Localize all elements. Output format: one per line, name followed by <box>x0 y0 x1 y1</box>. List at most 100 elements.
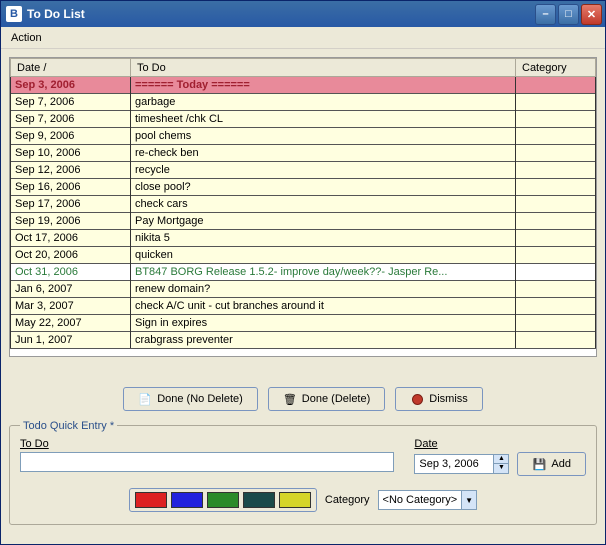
cell-category <box>516 247 596 264</box>
cell-date: Sep 10, 2006 <box>11 145 131 162</box>
cell-category <box>516 94 596 111</box>
date-label: Date <box>414 438 586 450</box>
table-row[interactable]: Sep 3, 2006====== Today ====== <box>11 77 596 94</box>
todo-label: To Do <box>20 438 394 450</box>
cell-date: Sep 12, 2006 <box>11 162 131 179</box>
content-area: Date / To Do Category Sep 3, 2006====== … <box>1 49 605 544</box>
sort-indicator-icon: / <box>43 62 46 74</box>
color-yellow-button[interactable] <box>279 492 311 508</box>
close-button[interactable]: ✕ <box>581 4 602 25</box>
table-row[interactable]: Sep 7, 2006timesheet /chk CL <box>11 111 596 128</box>
cell-category <box>516 264 596 281</box>
cell-date: May 22, 2007 <box>11 315 131 332</box>
cell-todo: pool chems <box>131 128 516 145</box>
cell-todo: recycle <box>131 162 516 179</box>
cell-category <box>516 230 596 247</box>
cell-todo: quicken <box>131 247 516 264</box>
cell-category <box>516 77 596 94</box>
cell-category <box>516 128 596 145</box>
todo-table: Date / To Do Category Sep 3, 2006====== … <box>10 58 596 349</box>
category-value: <No Category> <box>379 494 462 506</box>
titlebar[interactable]: B To Do List – □ ✕ <box>1 1 605 27</box>
cell-todo: Pay Mortgage <box>131 213 516 230</box>
minimize-button[interactable]: – <box>535 4 556 25</box>
cell-date: Sep 7, 2006 <box>11 94 131 111</box>
window: B To Do List – □ ✕ Action Date / To Do C… <box>0 0 606 545</box>
cell-category <box>516 196 596 213</box>
table-row[interactable]: Sep 7, 2006garbage <box>11 94 596 111</box>
cell-todo: close pool? <box>131 179 516 196</box>
date-spinner[interactable]: ▲ ▼ <box>414 454 509 474</box>
col-header-date[interactable]: Date / <box>11 59 131 77</box>
table-row[interactable]: Oct 17, 2006nikita 5 <box>11 230 596 247</box>
cell-todo: renew domain? <box>131 281 516 298</box>
table-row[interactable]: Sep 16, 2006close pool? <box>11 179 596 196</box>
table-row[interactable]: Jan 6, 2007renew domain? <box>11 281 596 298</box>
cell-todo: timesheet /chk CL <box>131 111 516 128</box>
cell-category <box>516 162 596 179</box>
trash-icon: 🗑 <box>283 392 297 406</box>
table-row[interactable]: Sep 19, 2006Pay Mortgage <box>11 213 596 230</box>
table-row[interactable]: Jun 1, 2007crabgrass preventer <box>11 332 596 349</box>
cell-todo: crabgrass preventer <box>131 332 516 349</box>
done-no-delete-button[interactable]: 📄 Done (No Delete) <box>123 387 258 411</box>
cell-category <box>516 332 596 349</box>
table-row[interactable]: Mar 3, 2007check A/C unit - cut branches… <box>11 298 596 315</box>
spinner-up-icon[interactable]: ▲ <box>493 455 508 464</box>
cell-date: Sep 16, 2006 <box>11 179 131 196</box>
spinner-down-icon[interactable]: ▼ <box>493 464 508 473</box>
dismiss-button[interactable]: Dismiss <box>395 387 483 411</box>
table-row[interactable]: Sep 9, 2006pool chems <box>11 128 596 145</box>
category-combo[interactable]: <No Category> ▼ <box>378 490 478 510</box>
cell-date: Sep 3, 2006 <box>11 77 131 94</box>
cell-category <box>516 111 596 128</box>
table-row[interactable]: Sep 10, 2006re-check ben <box>11 145 596 162</box>
chevron-down-icon[interactable]: ▼ <box>461 491 476 509</box>
add-button[interactable]: 💾 Add <box>517 452 586 476</box>
quick-entry-fieldset: Todo Quick Entry * To Do Date ▲ ▼ <box>9 425 597 525</box>
done-delete-button[interactable]: 🗑 Done (Delete) <box>268 387 385 411</box>
maximize-button[interactable]: □ <box>558 4 579 25</box>
stop-icon <box>410 392 424 406</box>
window-title: To Do List <box>27 7 535 21</box>
table-row[interactable]: Oct 20, 2006quicken <box>11 247 596 264</box>
cell-todo: check A/C unit - cut branches around it <box>131 298 516 315</box>
table-row[interactable]: Sep 17, 2006check cars <box>11 196 596 213</box>
cell-category <box>516 213 596 230</box>
menubar: Action <box>1 27 605 49</box>
cell-date: Mar 3, 2007 <box>11 298 131 315</box>
menu-action[interactable]: Action <box>5 30 48 46</box>
app-icon: B <box>6 6 22 22</box>
cell-date: Sep 17, 2006 <box>11 196 131 213</box>
col-header-category[interactable]: Category <box>516 59 596 77</box>
table-row[interactable]: May 22, 2007Sign in expires <box>11 315 596 332</box>
quick-entry-legend: Todo Quick Entry * <box>20 420 117 432</box>
date-input[interactable] <box>415 458 493 470</box>
cell-date: Oct 31, 2006 <box>11 264 131 281</box>
table-row[interactable]: Oct 31, 2006BT847 BORG Release 1.5.2- im… <box>11 264 596 281</box>
todo-table-wrap: Date / To Do Category Sep 3, 2006====== … <box>9 57 597 357</box>
todo-input[interactable] <box>20 452 394 472</box>
cell-todo: re-check ben <box>131 145 516 162</box>
col-header-todo[interactable]: To Do <box>131 59 516 77</box>
cell-todo: check cars <box>131 196 516 213</box>
save-icon: 💾 <box>532 457 546 471</box>
color-blue-button[interactable] <box>171 492 203 508</box>
cell-category <box>516 315 596 332</box>
color-green-button[interactable] <box>207 492 239 508</box>
color-teal-button[interactable] <box>243 492 275 508</box>
cell-date: Oct 17, 2006 <box>11 230 131 247</box>
cell-category <box>516 179 596 196</box>
cell-todo: ====== Today ====== <box>131 77 516 94</box>
color-palette <box>129 488 317 512</box>
cell-todo: Sign in expires <box>131 315 516 332</box>
cell-todo: BT847 BORG Release 1.5.2- improve day/we… <box>131 264 516 281</box>
cell-date: Sep 9, 2006 <box>11 128 131 145</box>
cell-date: Sep 19, 2006 <box>11 213 131 230</box>
table-row[interactable]: Sep 12, 2006recycle <box>11 162 596 179</box>
color-red-button[interactable] <box>135 492 167 508</box>
cell-date: Oct 20, 2006 <box>11 247 131 264</box>
cell-category <box>516 281 596 298</box>
cell-date: Sep 7, 2006 <box>11 111 131 128</box>
done-icon: 📄 <box>138 392 152 406</box>
